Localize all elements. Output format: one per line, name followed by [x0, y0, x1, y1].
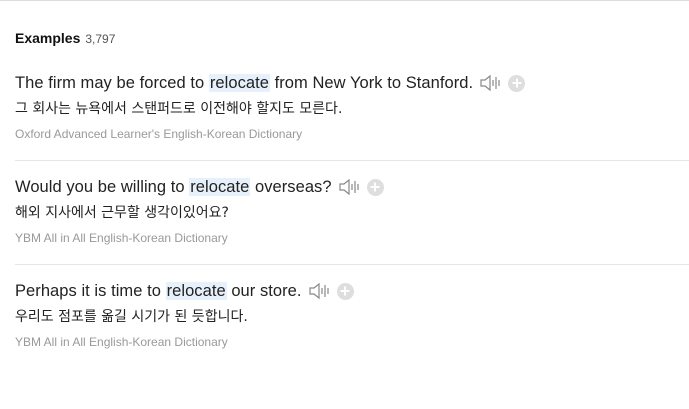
- sentence-before: Perhaps it is time to: [15, 281, 166, 300]
- keyword-highlight: relocate: [189, 177, 251, 196]
- example-sentence-line: The firm may be forced to relocate from …: [15, 71, 526, 95]
- example-item: Would you be willing to relocate oversea…: [15, 160, 689, 265]
- speaker-icon[interactable]: [479, 73, 503, 93]
- sentence-before: Would you be willing to: [15, 177, 190, 196]
- example-translation: 우리도 점포를 옮길 시기가 된 듯합니다.: [15, 309, 248, 325]
- speaker-icon[interactable]: [338, 177, 362, 197]
- speaker-icon[interactable]: [308, 281, 332, 301]
- examples-count: 3,797: [85, 32, 116, 46]
- example-sentence-line: Would you be willing to relocate oversea…: [15, 175, 384, 199]
- example-sentence-line: Perhaps it is time to relocate our store…: [15, 279, 354, 303]
- example-sentence[interactable]: Would you be willing to relocate oversea…: [15, 177, 332, 197]
- example-source: YBM All in All English-Korean Dictionary: [15, 231, 228, 245]
- sentence-before: The firm may be forced to: [15, 73, 209, 92]
- sentence-after: our store.: [226, 281, 302, 300]
- examples-header: Examples 3,797: [15, 30, 115, 46]
- keyword-highlight: relocate: [208, 73, 270, 92]
- example-sentence[interactable]: The firm may be forced to relocate from …: [15, 73, 474, 93]
- example-source: Oxford Advanced Learner's English-Korean…: [15, 127, 303, 141]
- example-item: Perhaps it is time to relocate our store…: [15, 264, 689, 368]
- example-item: The firm may be forced to relocate from …: [15, 56, 689, 161]
- sentence-after: from New York to Stanford.: [269, 73, 474, 92]
- example-source: YBM All in All English-Korean Dictionary: [15, 335, 228, 349]
- example-sentence[interactable]: Perhaps it is time to relocate our store…: [15, 281, 302, 301]
- add-to-wordbook-plus-icon[interactable]: [336, 282, 354, 300]
- examples-title: Examples: [15, 30, 81, 46]
- add-to-wordbook-plus-icon[interactable]: [508, 74, 526, 92]
- example-translation: 그 회사는 뉴욕에서 스탠퍼드로 이전해야 할지도 모른다.: [15, 101, 343, 117]
- example-translation: 해외 지사에서 근무할 생각이있어요?: [15, 205, 229, 221]
- sentence-after: overseas?: [250, 177, 332, 196]
- keyword-highlight: relocate: [165, 281, 227, 300]
- top-divider: [0, 0, 689, 1]
- add-to-wordbook-plus-icon[interactable]: [366, 178, 384, 196]
